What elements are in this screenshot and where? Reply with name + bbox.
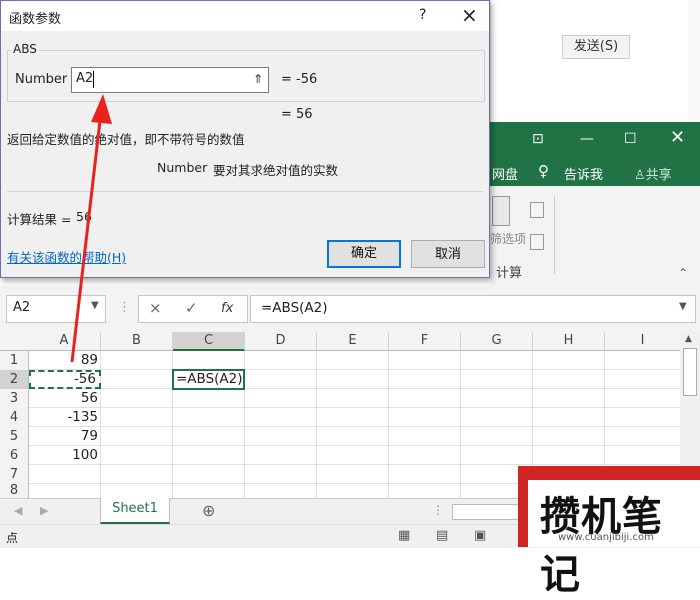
arrow-shaft [70,111,103,363]
annotation-arrow [70,94,112,363]
arrow-head [91,94,112,124]
